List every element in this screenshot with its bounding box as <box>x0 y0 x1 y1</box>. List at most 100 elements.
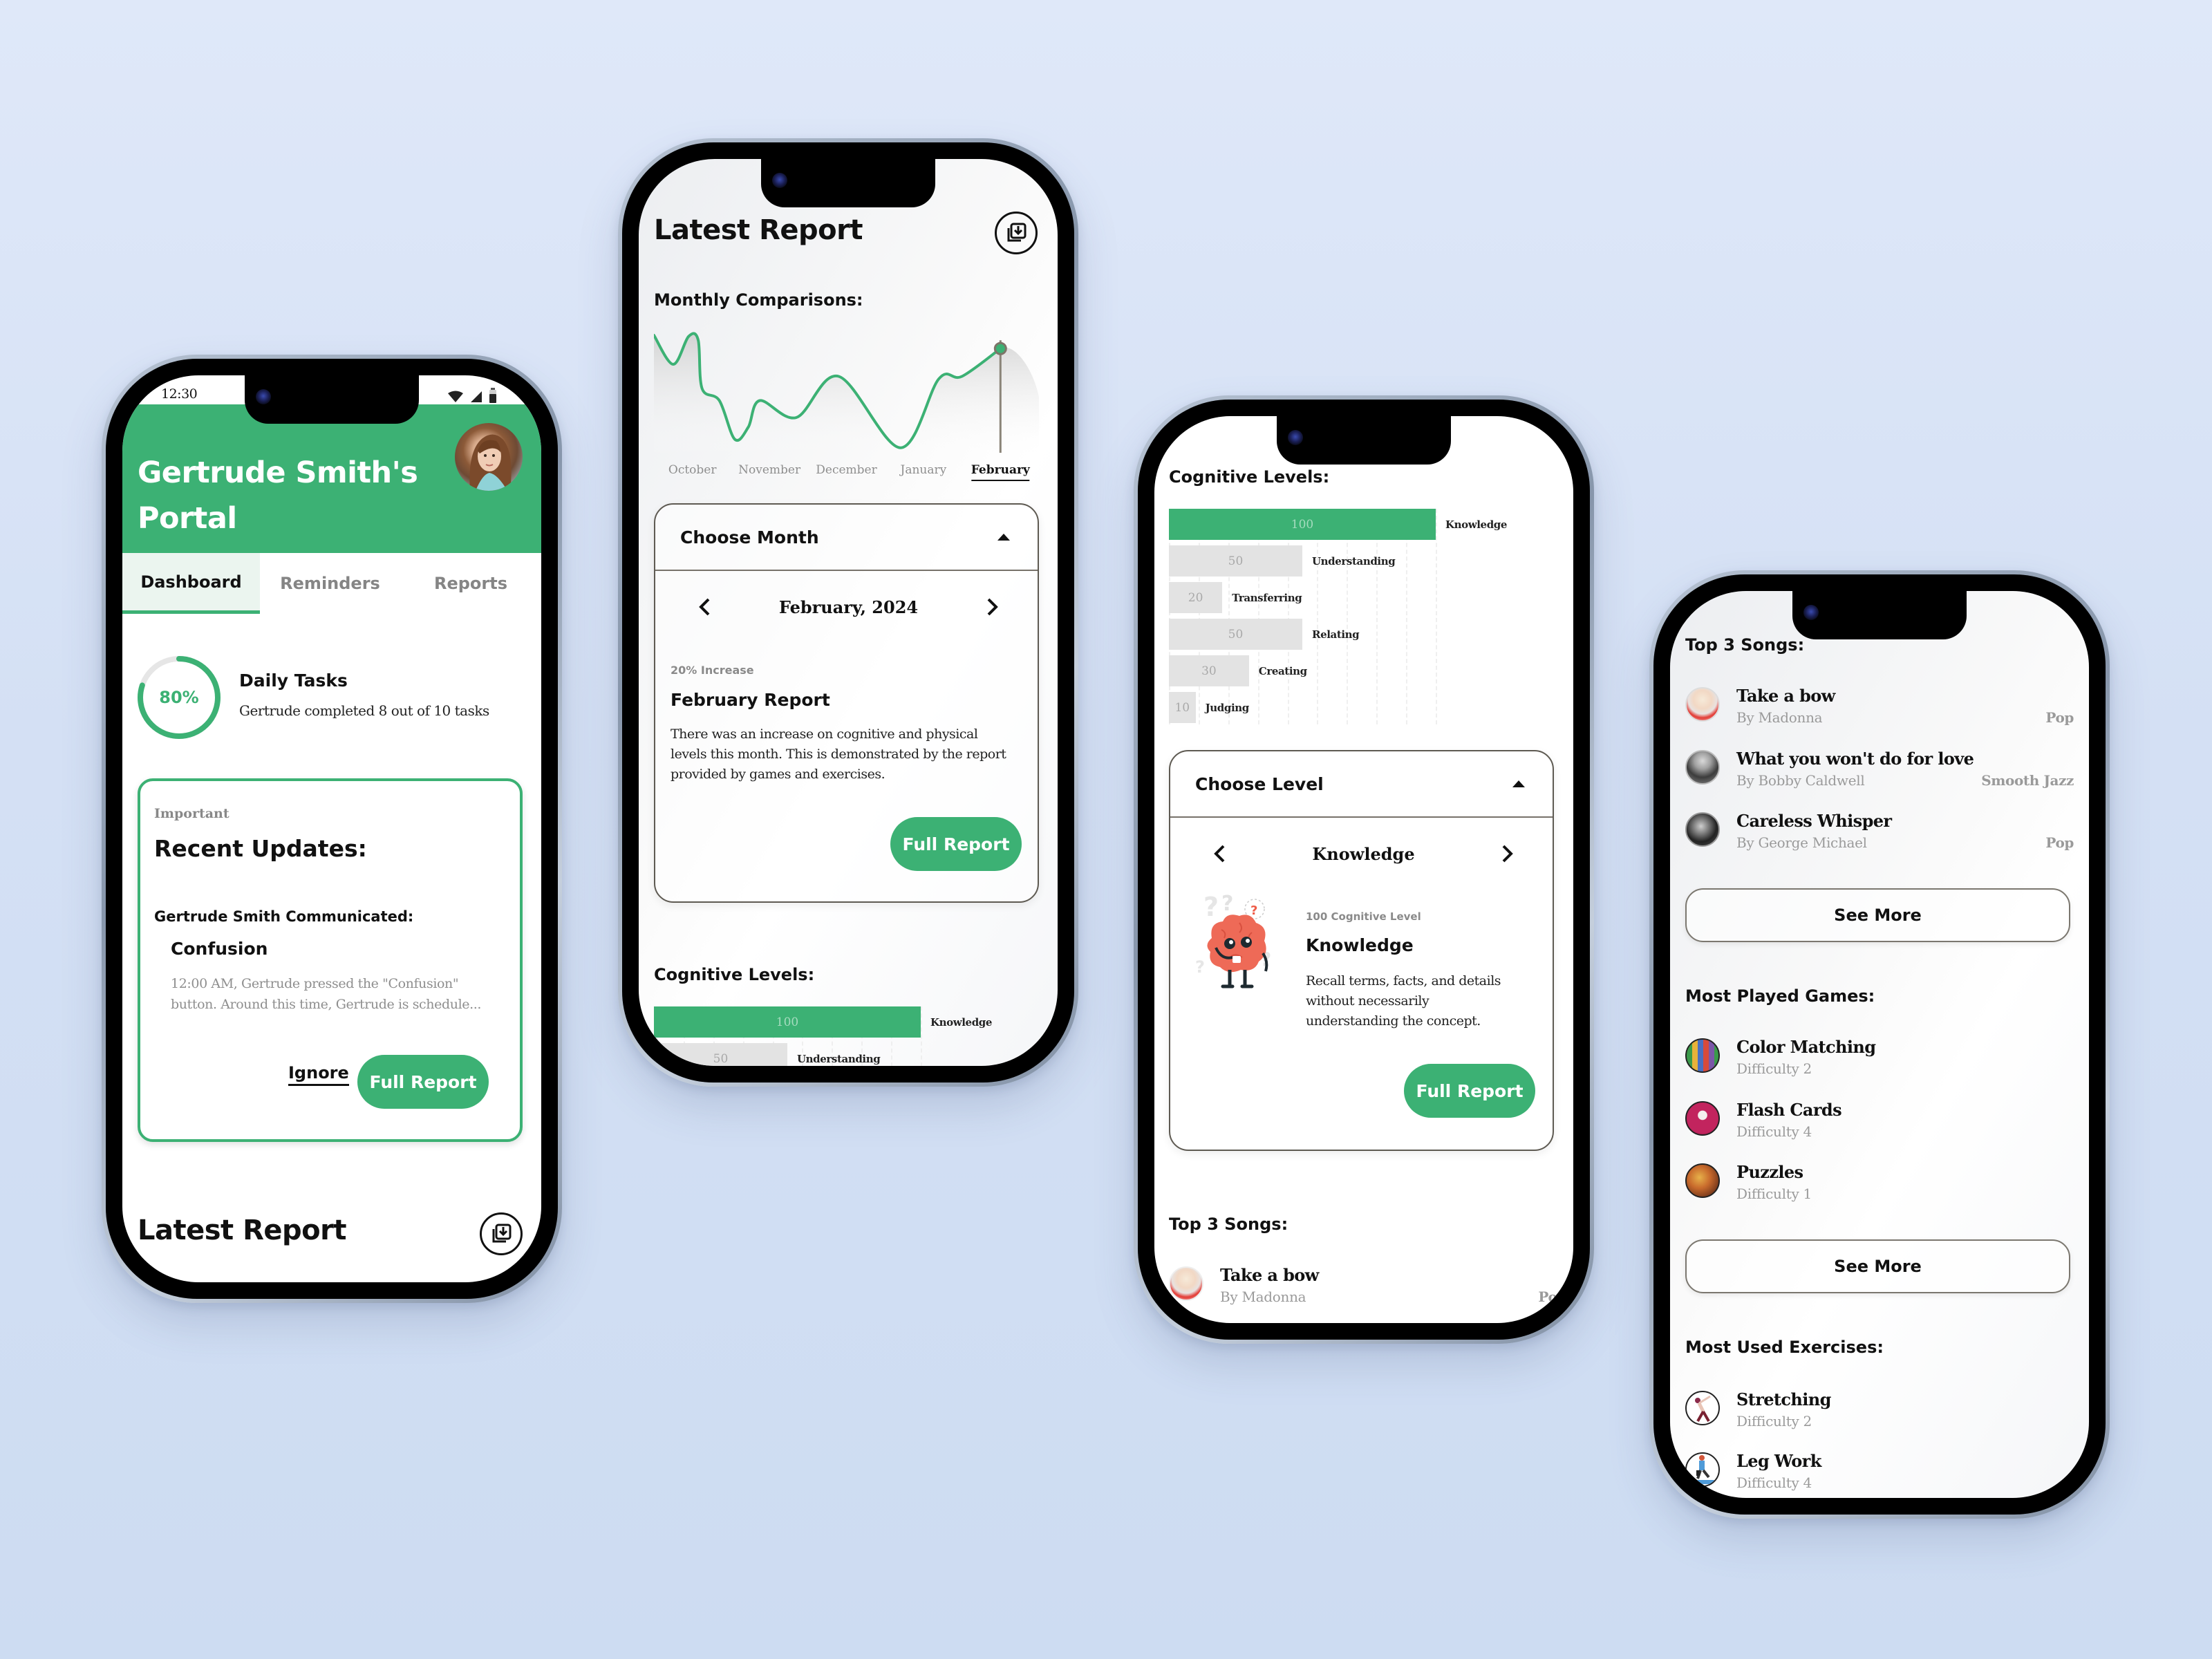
notch <box>1792 591 1967 639</box>
ignore-button[interactable]: Ignore <box>288 1063 349 1086</box>
game-item[interactable]: Color Matching Difficulty 2 <box>1685 1037 2074 1092</box>
cognitive-levels-title: Cognitive Levels: <box>1169 467 1330 487</box>
daily-tasks-description: Gertrude completed 8 out of 10 tasks <box>239 702 489 719</box>
game-difficulty: Difficulty 4 <box>1736 1123 1812 1140</box>
camera-icon <box>256 389 271 404</box>
bar-label: Understanding <box>797 1052 881 1065</box>
choose-level-dropdown[interactable]: Choose Level <box>1170 751 1553 818</box>
prev-level-button[interactable] <box>1209 843 1230 864</box>
bar-knowledge[interactable]: 100 <box>654 1006 921 1038</box>
bar-understanding[interactable]: 50 <box>654 1043 787 1066</box>
level-description-line3: understanding the concept. <box>1306 1013 1481 1029</box>
song-item[interactable]: Careless Whisper By George Michael Pop <box>1685 811 2074 866</box>
bar-creating[interactable]: 30 <box>1169 655 1249 686</box>
choose-month-dropdown[interactable]: Choose Month <box>655 505 1038 571</box>
song-item[interactable]: What you won't do for love By Bobby Cald… <box>1685 749 2074 804</box>
exercise-item[interactable]: Leg Work Difficulty 4 <box>1685 1451 2074 1498</box>
bar-label: Knowledge <box>930 1015 993 1029</box>
song-title: What you won't do for love <box>1736 749 1974 769</box>
exercise-item[interactable]: Stretching Difficulty 2 <box>1685 1389 2074 1445</box>
bar-transferring[interactable]: 20 <box>1169 582 1223 613</box>
game-thumbnail <box>1685 1038 1720 1073</box>
song-genre: Pop <box>2045 709 2074 726</box>
svg-text:?: ? <box>1221 892 1233 916</box>
game-difficulty: Difficulty 2 <box>1736 1060 1812 1077</box>
full-report-button[interactable]: Full Report <box>1404 1064 1535 1118</box>
latest-report-title: Latest Report <box>138 1215 346 1246</box>
daily-tasks-progress: 80% <box>136 655 222 740</box>
level-description-line1: Recall terms, facts, and details <box>1306 973 1501 988</box>
bar-knowledge[interactable]: 100 <box>1169 509 1436 540</box>
download-report-button[interactable] <box>480 1212 523 1255</box>
notch <box>1277 416 1451 465</box>
bar-gridline <box>1198 509 1200 724</box>
bar-understanding[interactable]: 50 <box>1169 545 1302 577</box>
song-thumbnail <box>1685 750 1720 785</box>
song-thumbnail <box>1685 812 1720 847</box>
next-month-button[interactable] <box>982 597 1003 617</box>
phone-dashboard: 12:30 Gertrude Smith's Portal Dashboard … <box>102 355 562 1303</box>
download-icon <box>1007 223 1027 242</box>
bar-label: Creating <box>1258 664 1307 677</box>
game-item[interactable]: Flash Cards Difficulty 4 <box>1685 1100 2074 1155</box>
tab-reminders[interactable]: Reminders <box>260 553 400 614</box>
game-item[interactable]: Puzzles Difficulty 1 <box>1685 1162 2074 1217</box>
level-description-line2: without necessarily <box>1306 993 1430 1009</box>
x-tick-label[interactable]: October <box>668 463 717 477</box>
song-item[interactable]: Take a bow By Madonna Pop <box>1685 686 2074 741</box>
x-tick-label[interactable]: February <box>971 463 1031 477</box>
song-thumbnail <box>1685 687 1720 722</box>
song-artist: By George Michael <box>1736 834 1867 851</box>
x-tick-label[interactable]: December <box>816 463 877 477</box>
next-level-button[interactable] <box>1497 843 1518 864</box>
exercise-difficulty: Difficulty 2 <box>1736 1413 1812 1430</box>
report-text-line1: There was an increase on cognitive and p… <box>671 727 978 742</box>
song-thumbnail <box>1169 1266 1203 1301</box>
svg-text:?: ? <box>1250 903 1257 918</box>
level-caption: 100 Cognitive Level <box>1306 910 1421 923</box>
status-time: 12:30 <box>161 386 198 402</box>
daily-tasks-title: Daily Tasks <box>239 671 348 691</box>
tab-dashboard[interactable]: Dashboard <box>122 553 260 614</box>
exercise-difficulty: Difficulty 4 <box>1736 1474 1812 1491</box>
report-text-line2: levels this month. This is demonstrated … <box>671 747 1006 762</box>
x-tick-label[interactable]: January <box>899 463 947 477</box>
full-report-button[interactable]: Full Report <box>890 817 1022 871</box>
tab-reports-label: Reports <box>433 574 508 593</box>
bar-gridline <box>1257 509 1259 724</box>
bar-relating[interactable]: 50 <box>1169 619 1302 650</box>
report-title: February Report <box>671 690 830 710</box>
phone-latest-report: Latest Report Monthly Comparisons: Octob… <box>618 138 1078 1087</box>
see-more-songs-button[interactable]: See More <box>1685 888 2070 942</box>
month-pager: February, 2024 <box>655 572 1038 641</box>
confused-brain-illustration: ? ? ? ? ? <box>1195 892 1271 988</box>
exercise-thumbnail <box>1685 1452 1720 1487</box>
song-item[interactable]: Take a bow By Madonna Pop <box>1169 1265 1566 1320</box>
caret-up-icon <box>997 534 1010 541</box>
avatar-portrait-icon <box>469 434 512 491</box>
ignore-button-label: Ignore <box>288 1063 349 1082</box>
song-title: Take a bow <box>1220 1265 1319 1285</box>
chart-highlight-point[interactable] <box>993 341 1007 355</box>
full-report-button[interactable]: Full Report <box>357 1055 489 1109</box>
bar-judging[interactable]: 10 <box>1169 692 1196 723</box>
cognitive-screen: Cognitive Levels: 100 Knowledge 50 Understa… <box>1154 416 1573 1323</box>
caret-up-icon <box>1512 780 1525 787</box>
status-icons <box>447 388 497 403</box>
bar-gridline <box>1436 509 1437 724</box>
download-report-button[interactable] <box>995 212 1038 254</box>
bar-label: Relating <box>1312 628 1360 641</box>
prev-month-button[interactable] <box>694 597 715 617</box>
game-difficulty: Difficulty 1 <box>1736 1185 1812 1202</box>
song-genre: Pop <box>2045 834 2074 851</box>
game-title: Flash Cards <box>1736 1100 1842 1120</box>
avatar[interactable] <box>455 423 523 491</box>
x-tick-label[interactable]: November <box>738 463 801 477</box>
event-text-line2: button. Around this time, Gertrude is sc… <box>171 997 482 1012</box>
cognitive-levels-title: Cognitive Levels: <box>654 965 815 984</box>
tab-reports[interactable]: Reports <box>400 553 541 614</box>
most-played-games-title: Most Played Games: <box>1685 986 1875 1006</box>
svg-text:?: ? <box>1203 892 1219 922</box>
phone-activity: Top 3 Songs: Take a bow By Madonna Pop W… <box>1649 570 2110 1519</box>
see-more-games-button[interactable]: See More <box>1685 1239 2070 1293</box>
